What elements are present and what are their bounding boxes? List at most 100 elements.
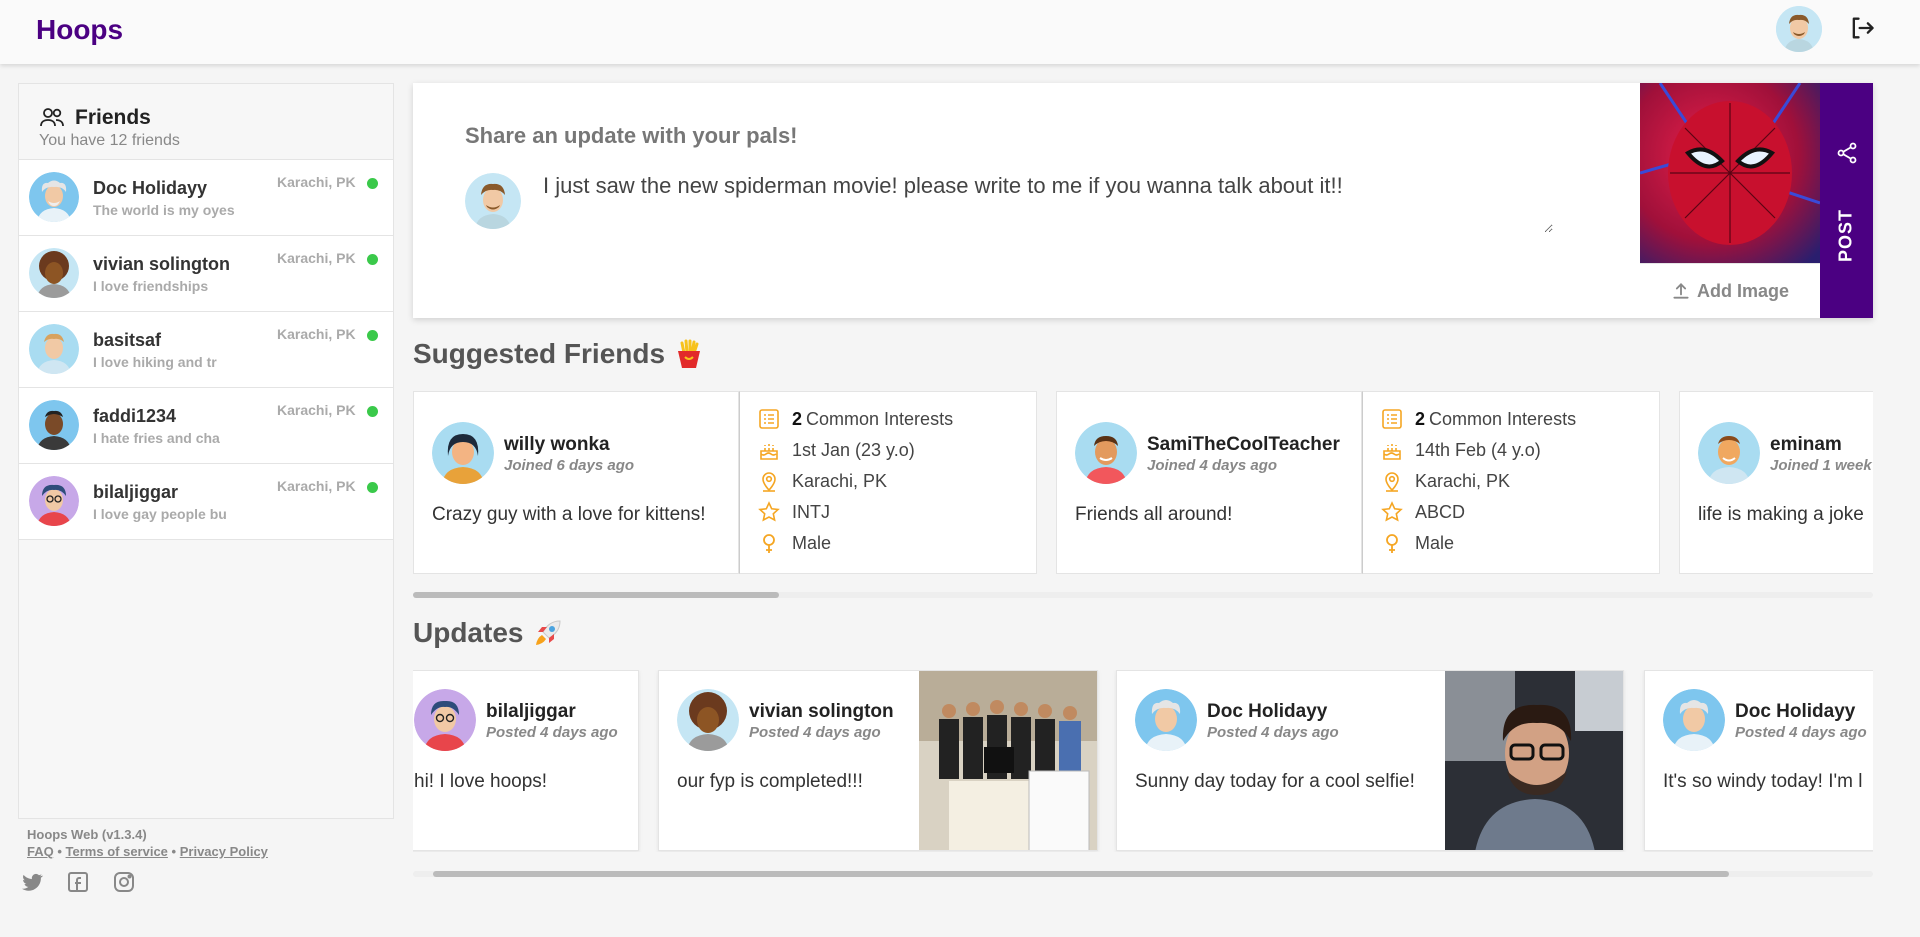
suggested-scrollbar-thumb[interactable] xyxy=(413,592,779,598)
update-time: Posted 4 days ago xyxy=(749,724,881,741)
updates-scrollbar-thumb[interactable] xyxy=(433,871,1729,877)
gender-row: Male xyxy=(1381,532,1454,554)
composer-title: Share an update with your pals! xyxy=(465,123,798,148)
update-author: bilaljiggar xyxy=(486,701,576,722)
fries-icon xyxy=(678,339,701,368)
common-count: 2 xyxy=(792,408,803,429)
list-icon xyxy=(1382,409,1402,429)
suggested-details: 2 Common Interests 14th Feb (4 y.o) Karac… xyxy=(1362,391,1660,574)
common-count: 2 xyxy=(1415,408,1426,429)
app-version: Hoops Web (v1.3.4) xyxy=(27,827,147,842)
location-pin-icon xyxy=(1385,472,1399,492)
common-label: Common Interests xyxy=(1429,408,1577,429)
friend-location: Karachi, PK xyxy=(277,478,356,494)
update-card[interactable]: vivian solington Posted 4 days ago our f… xyxy=(658,670,1098,851)
friend-location: Karachi, PK xyxy=(277,326,356,342)
footer-separator: • xyxy=(57,844,62,859)
friend-item[interactable]: bilaljiggar I love gay people bu Karachi… xyxy=(19,464,393,540)
friend-item[interactable]: vivian solington I love friendships Kara… xyxy=(19,236,393,312)
app-logo[interactable]: Hoops xyxy=(36,14,123,46)
facebook-icon[interactable] xyxy=(66,870,90,894)
logout-icon[interactable] xyxy=(1848,14,1876,42)
friend-avatar xyxy=(29,172,79,222)
birthday-row: 1st Jan (23 y.o) xyxy=(758,439,915,461)
friend-avatar xyxy=(29,400,79,450)
birthday-row: 14th Feb (4 y.o) xyxy=(1381,439,1541,461)
friend-bio: The world is my oyes xyxy=(93,202,235,218)
instagram-icon[interactable] xyxy=(112,870,136,894)
friend-bio: I hate fries and cha xyxy=(93,430,220,446)
friend-avatar xyxy=(29,476,79,526)
user-avatar[interactable] xyxy=(1776,6,1822,52)
update-time: Posted 4 days ago xyxy=(486,724,618,741)
gender: Male xyxy=(792,532,832,553)
update-photo[interactable] xyxy=(1445,671,1623,850)
rocket-icon xyxy=(536,620,561,645)
personality-row: INTJ xyxy=(758,501,830,523)
update-card[interactable]: Doc Holidayy Posted 4 days ago It's so w… xyxy=(1644,670,1873,851)
add-image-label: Add Image xyxy=(1696,280,1789,301)
updates-title: Updates xyxy=(413,617,563,649)
online-indicator xyxy=(367,330,378,341)
star-icon xyxy=(758,501,780,522)
birthday: 14th Feb (4 y.o) xyxy=(1415,439,1541,460)
twitter-icon[interactable] xyxy=(20,870,44,894)
friend-bio: I love hiking and tr xyxy=(93,354,217,370)
add-image-button[interactable]: Add Image xyxy=(1640,263,1820,318)
suggested-bio: Crazy guy with a love for kittens! xyxy=(432,504,706,525)
update-card[interactable]: bilaljiggar Posted 4 days ago hi! I love… xyxy=(413,670,639,851)
terms-link[interactable]: Terms of service xyxy=(66,844,168,859)
update-author: Doc Holidayy xyxy=(1735,701,1856,722)
friend-item[interactable]: basitsaf I love hiking and tr Karachi, P… xyxy=(19,312,393,388)
friends-count: You have 12 friends xyxy=(39,132,180,149)
suggested-joined: Joined 1 week xyxy=(1770,457,1872,474)
app-footer: Hoops Web (v1.3.4) FAQ • Terms of servic… xyxy=(27,827,268,859)
top-bar: Hoops xyxy=(0,0,1920,64)
cake-icon xyxy=(760,444,778,460)
location-pin-icon xyxy=(762,472,776,492)
updates-title-text: Updates xyxy=(413,617,524,648)
friend-item[interactable]: faddi1234 I hate fries and cha Karachi, … xyxy=(19,388,393,464)
updates-feed[interactable]: bilaljiggar Posted 4 days ago hi! I love… xyxy=(413,670,1873,852)
friend-name: Doc Holidayy xyxy=(93,178,208,198)
social-links xyxy=(20,870,136,894)
privacy-link[interactable]: Privacy Policy xyxy=(180,844,268,859)
update-text: our fyp is completed!!! xyxy=(677,771,863,792)
common-label: Common Interests xyxy=(806,408,954,429)
footer-separator: • xyxy=(171,844,177,859)
update-text: It's so windy today! I'm l xyxy=(1663,771,1863,792)
common-interests: 2 Common Interests xyxy=(758,408,953,430)
suggested-friends-carousel[interactable]: willy wonka Joined 6 days ago Crazy guy … xyxy=(413,391,1873,575)
cake-icon xyxy=(1383,444,1401,460)
friend-bio: I love gay people bu xyxy=(93,506,227,522)
suggested-bio: Friends all around! xyxy=(1075,504,1233,525)
faq-link[interactable]: FAQ xyxy=(27,844,54,859)
users-icon xyxy=(40,108,64,127)
suggested-bio: life is making a joke xyxy=(1698,504,1864,525)
update-text: Sunny day today for a cool selfie! xyxy=(1135,771,1415,792)
birthday: 1st Jan (23 y.o) xyxy=(792,439,915,460)
personality: INTJ xyxy=(792,501,830,522)
suggested-details: 2 Common Interests 1st Jan (23 y.o) Karac… xyxy=(739,391,1037,574)
gender: Male xyxy=(1415,532,1455,553)
update-card[interactable]: Doc Holidayy Posted 4 days ago Sunny day… xyxy=(1116,670,1624,851)
suggested-friend-card[interactable]: SamiTheCoolTeacher Joined 4 days ago Fri… xyxy=(1056,391,1362,574)
gender-icon xyxy=(1386,534,1398,553)
online-indicator xyxy=(367,482,378,493)
suggested-friend-card[interactable]: eminam Joined 1 week life is making a jo… xyxy=(1679,391,1873,574)
friend-bio: I love friendships xyxy=(93,278,209,294)
update-author: vivian solington xyxy=(749,701,894,722)
friend-item[interactable]: Doc Holidayy The world is my oyes Karach… xyxy=(19,160,393,236)
friend-name: basitsaf xyxy=(93,330,162,350)
post-text-input[interactable]: I just saw the new spiderman movie! plea… xyxy=(543,173,1553,233)
post-button[interactable]: POST xyxy=(1820,83,1873,318)
online-indicator xyxy=(367,178,378,189)
suggested-joined: Joined 4 days ago xyxy=(1147,457,1278,474)
composer-avatar xyxy=(465,173,521,229)
update-photo[interactable] xyxy=(919,671,1097,850)
suggested-avatar xyxy=(1698,422,1760,484)
common-interests: 2 Common Interests xyxy=(1381,408,1576,430)
suggested-friend-card[interactable]: willy wonka Joined 6 days ago Crazy guy … xyxy=(413,391,739,574)
suggested-title: Suggested Friends xyxy=(413,338,703,370)
location: Karachi, PK xyxy=(1415,470,1511,491)
